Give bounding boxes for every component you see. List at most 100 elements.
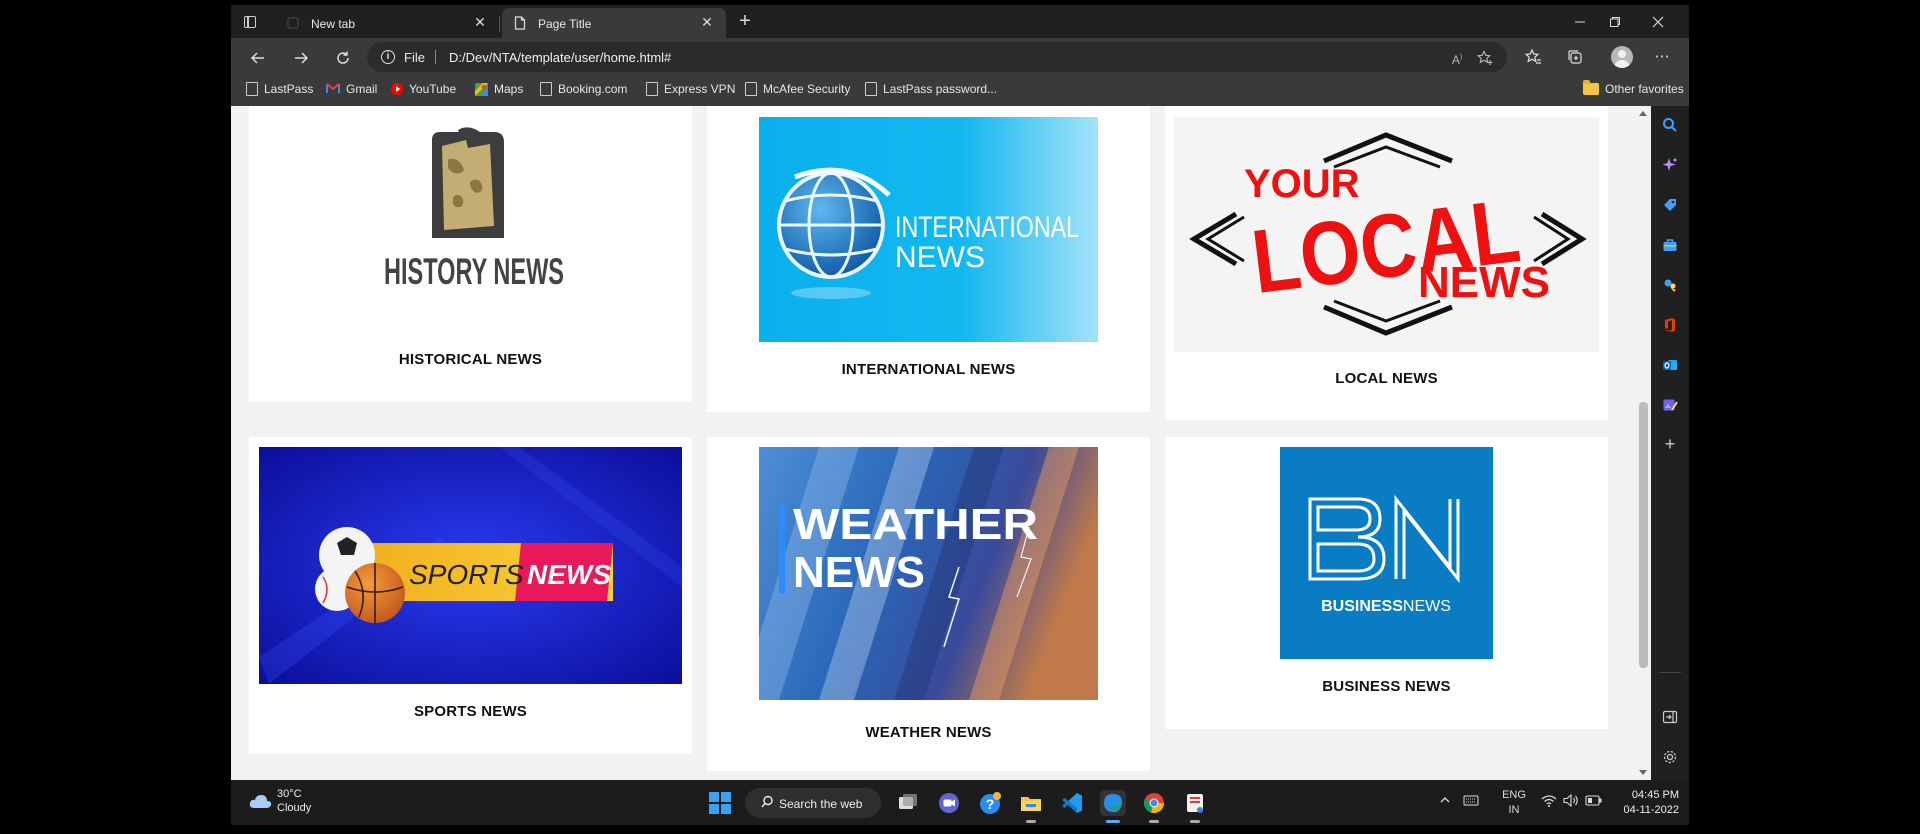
maps-icon (475, 83, 488, 96)
news-card-sports[interactable]: SPORTS NEWS SPORTS NEWS (249, 437, 692, 754)
url-text[interactable]: D:/Dev/NTA/template/user/home.html# (449, 50, 671, 65)
sports-logo-news: NEWS (527, 559, 611, 590)
running-indicator (1190, 820, 1200, 823)
tab-favicon-icon (287, 16, 299, 30)
other-favorites[interactable]: Other favorites (1583, 80, 1684, 100)
business-news-logo: BUSINESSNEWS (1280, 447, 1493, 659)
refresh-icon[interactable] (328, 42, 358, 72)
page-icon (540, 82, 552, 96)
scroll-thumb[interactable] (1639, 402, 1648, 668)
tab-close-icon[interactable]: ✕ (471, 13, 489, 31)
youtube-icon (391, 83, 403, 95)
favorite-label: Express VPN (664, 82, 736, 96)
news-card-historical[interactable]: HISTORY NEWS HISTORICAL NEWS (249, 106, 692, 402)
help-app-icon[interactable]: ? (977, 790, 1003, 816)
copilot-sparkle-icon[interactable] (1660, 154, 1680, 174)
favorite-booking[interactable]: Booking.com (540, 82, 627, 100)
drop-image-creator-icon[interactable] (1660, 394, 1680, 414)
taskbar-search[interactable]: Search the web (745, 788, 881, 818)
snipping-tool-icon[interactable] (1182, 790, 1208, 823)
local-logo-your: YOUR (1244, 162, 1360, 206)
favorite-lastpass[interactable]: LastPass (246, 82, 313, 100)
favorites-icon[interactable] (1522, 46, 1544, 68)
news-card-weather[interactable]: WEATHER NEWS WEATHER NEWS (707, 437, 1150, 771)
system-clock[interactable]: 04:45 PM 04-11-2022 (1621, 788, 1679, 818)
address-bar[interactable]: i File D:/Dev/NTA/template/user/home.htm… (367, 42, 1507, 72)
forward-icon[interactable] (286, 42, 316, 72)
new-tab-button[interactable]: + (733, 10, 757, 34)
folder-icon (1583, 80, 1599, 95)
more-options-icon[interactable]: ⋯ (1651, 46, 1673, 68)
info-icon[interactable]: i (381, 50, 395, 64)
scroll-up-icon[interactable] (1639, 111, 1647, 116)
keyboard-icon[interactable] (1463, 794, 1479, 809)
search-icon (761, 795, 774, 811)
outlook-icon[interactable] (1660, 354, 1680, 374)
weather-temp: 30°C (277, 788, 302, 800)
profile-avatar[interactable] (1611, 46, 1633, 68)
back-icon[interactable] (243, 42, 273, 72)
games-icon[interactable] (1660, 274, 1680, 294)
card-title: LOCAL NEWS (1335, 370, 1438, 387)
weather-logo-line2: NEWS (793, 548, 925, 597)
add-favorite-icon[interactable] (1476, 50, 1493, 66)
collections-icon[interactable] (1564, 46, 1586, 68)
shopping-tag-icon[interactable] (1660, 194, 1680, 214)
page-icon (865, 82, 877, 96)
toolbar: i File D:/Dev/NTA/template/user/home.htm… (231, 38, 1689, 76)
page-icon (646, 82, 658, 96)
tab-close-icon[interactable]: ✕ (698, 13, 716, 31)
favorite-express-vpn[interactable]: Express VPN (646, 82, 735, 100)
tab-page-title[interactable]: Page Title ✕ (502, 8, 726, 38)
card-title: HISTORICAL NEWS (398, 351, 543, 368)
card-title: BUSINESS NEWS (1322, 678, 1451, 695)
office-icon[interactable] (1660, 314, 1680, 334)
language-indicator[interactable]: ENG IN (1499, 788, 1529, 818)
file-explorer-icon[interactable] (1018, 790, 1044, 823)
news-card-local[interactable]: YOUR LOCAL NEWS LOCAL NEWS (1165, 106, 1608, 420)
read-aloud-icon[interactable]: A) (1449, 50, 1465, 67)
favorite-label: YouTube (409, 82, 457, 96)
volume-icon[interactable] (1563, 793, 1579, 810)
card-title: INTERNATIONAL NEWS (841, 361, 1016, 378)
favorite-lastpass-password[interactable]: LastPass password... (865, 82, 997, 100)
wifi-icon[interactable] (1541, 794, 1557, 810)
battery-icon[interactable] (1585, 795, 1603, 809)
tab-actions-icon[interactable] (239, 11, 261, 33)
business-logo-light: NEWS (1403, 598, 1451, 615)
favorite-maps[interactable]: Maps (475, 82, 523, 100)
history-news-logo: HISTORY NEWS (384, 126, 564, 292)
gmail-icon (326, 83, 340, 94)
news-card-business[interactable]: BUSINESSNEWS BUSINESS NEWS (1165, 437, 1608, 729)
edge-sidebar: + (1651, 106, 1689, 780)
tools-briefcase-icon[interactable] (1660, 234, 1680, 254)
show-hidden-icons-chevron-icon[interactable] (1439, 794, 1451, 809)
add-sidebar-app-icon[interactable]: + (1660, 434, 1680, 454)
hide-sidebar-icon[interactable] (1660, 706, 1680, 726)
vscode-icon[interactable] (1059, 790, 1085, 816)
card-title: SPORTS NEWS (413, 703, 528, 720)
teams-chat-icon[interactable] (936, 790, 962, 816)
task-view-icon[interactable] (895, 790, 921, 816)
search-icon[interactable] (1660, 114, 1680, 134)
page-icon (246, 82, 258, 96)
news-card-international[interactable]: INTERNATIONAL NEWS INTERNATIONAL NEWS (707, 106, 1150, 412)
sidebar-settings-gear-icon[interactable] (1660, 746, 1680, 766)
edge-icon[interactable] (1100, 790, 1126, 823)
page-icon (745, 82, 757, 96)
favorite-youtube[interactable]: YouTube (391, 82, 456, 100)
start-windows-icon[interactable] (709, 792, 731, 814)
vertical-scrollbar[interactable] (1634, 106, 1651, 780)
active-indicator (1106, 820, 1120, 823)
close-window-icon[interactable] (1636, 5, 1680, 38)
favorite-gmail[interactable]: Gmail (326, 82, 377, 100)
running-indicator (1149, 820, 1159, 823)
tab-label: Page Title (538, 17, 592, 31)
chrome-icon[interactable] (1141, 790, 1167, 823)
favorite-label: Gmail (346, 82, 378, 96)
restore-icon[interactable] (1593, 5, 1637, 38)
tab-new-tab[interactable]: New tab ✕ (275, 8, 500, 38)
scroll-down-icon[interactable] (1639, 770, 1647, 775)
favorite-mcafee[interactable]: McAfee Security (745, 82, 850, 100)
page-viewport: HISTORY NEWS HISTORICAL NEWS INTERNATION… (231, 106, 1634, 780)
